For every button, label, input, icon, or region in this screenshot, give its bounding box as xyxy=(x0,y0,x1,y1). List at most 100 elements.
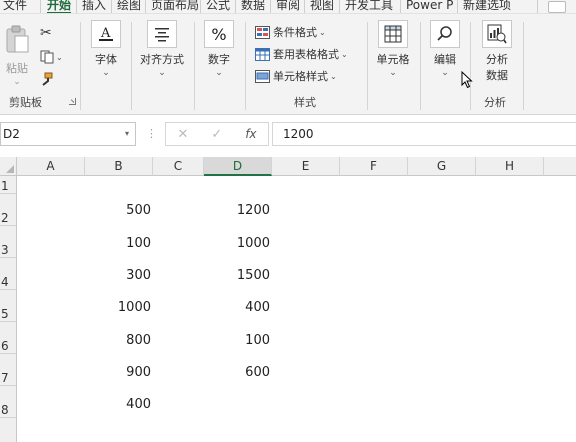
copy-button[interactable]: ⌄ xyxy=(40,48,63,66)
tab-draw[interactable]: 绘图 xyxy=(117,0,141,13)
tab-divider xyxy=(76,0,77,13)
column-header-f[interactable]: F xyxy=(340,157,408,176)
cell-b5[interactable]: 1000 xyxy=(85,300,153,315)
tab-divider xyxy=(40,0,41,13)
clipboard-icon xyxy=(6,25,29,53)
conditional-formatting-label: 条件格式 xyxy=(273,26,317,39)
paste-button[interactable]: 粘贴 ⌄ xyxy=(3,24,31,87)
confirm-icon[interactable]: ✓ xyxy=(211,127,222,142)
chevron-down-icon: ⌄ xyxy=(215,68,223,78)
row-header-overflow[interactable] xyxy=(0,418,17,442)
cell-d7[interactable]: 600 xyxy=(204,365,272,380)
cell-b4[interactable]: 300 xyxy=(85,268,153,283)
cell-styles-button[interactable]: 单元格样式 ⌄ xyxy=(255,67,337,85)
tab-divider xyxy=(304,0,305,13)
column-header-h[interactable]: H xyxy=(476,157,544,176)
editing-label: 编辑 xyxy=(434,53,456,66)
alignment-label: 对齐方式 xyxy=(140,53,184,66)
tab-file[interactable]: 文件 xyxy=(3,0,27,13)
column-header-a[interactable]: A xyxy=(17,157,85,176)
row-header-5[interactable]: 5 xyxy=(0,290,17,322)
align-center-icon xyxy=(147,20,177,48)
format-as-table-label: 套用表格格式 xyxy=(273,48,339,61)
cell-d6[interactable]: 100 xyxy=(204,333,272,348)
ribbon-tab-bar: 文件 开始 插入 绘图 页面布局 公式 数据 审阅 视图 开发工具 Power … xyxy=(0,0,576,14)
format-as-table-button[interactable]: 套用表格格式 ⌄ xyxy=(255,45,348,63)
tab-formulas[interactable]: 公式 xyxy=(206,0,230,13)
font-button[interactable]: A 字体 ⌄ xyxy=(88,20,124,78)
tab-data[interactable]: 数据 xyxy=(241,0,265,13)
row-header-6[interactable]: 6 xyxy=(0,322,17,354)
conditional-format-icon xyxy=(255,25,270,39)
cancel-icon[interactable]: ✕ xyxy=(177,127,188,142)
column-header-overflow[interactable] xyxy=(544,157,576,176)
analyze-data-button[interactable]: 分析 数据 xyxy=(478,20,516,83)
insert-function-icon[interactable]: fx xyxy=(245,127,256,141)
column-header-g[interactable]: G xyxy=(408,157,476,176)
tab-divider xyxy=(457,0,458,13)
cells-icon xyxy=(378,20,408,48)
cell-b3[interactable]: 100 xyxy=(85,236,153,251)
styles-group-label: 样式 xyxy=(294,96,316,109)
tab-power-pivot[interactable]: Power P xyxy=(406,0,453,13)
number-button[interactable]: % 数字 ⌄ xyxy=(201,20,237,78)
chevron-down-icon: ⌄ xyxy=(441,68,449,78)
tab-divider xyxy=(145,0,146,13)
analyze-data-label-line2: 数据 xyxy=(486,69,508,82)
column-header-e[interactable]: E xyxy=(272,157,340,176)
column-header-c[interactable]: C xyxy=(153,157,204,176)
column-header-d[interactable]: D xyxy=(204,157,272,176)
row-header-4[interactable]: 4 xyxy=(0,258,17,290)
analyze-data-icon xyxy=(482,20,512,48)
tab-page-layout[interactable]: 页面布局 xyxy=(151,0,199,13)
tab-developer[interactable]: 开发工具 xyxy=(345,0,393,13)
cell-b2[interactable]: 500 xyxy=(85,203,153,218)
chevron-down-icon: ⌄ xyxy=(341,49,348,59)
formula-bar: D2 ▾ ⋮ ✕ ✓ fx 1200 xyxy=(0,115,576,157)
paste-label: 粘贴 xyxy=(6,62,28,75)
tab-home[interactable]: 开始 xyxy=(47,0,72,13)
search-icon xyxy=(430,20,460,48)
chevron-down-icon: ⌄ xyxy=(13,77,21,87)
copy-icon xyxy=(40,50,54,64)
group-divider xyxy=(194,22,195,110)
group-divider xyxy=(470,22,471,110)
tab-review[interactable]: 审阅 xyxy=(276,0,300,13)
share-button[interactable] xyxy=(548,1,566,13)
conditional-formatting-button[interactable]: 条件格式 ⌄ xyxy=(255,23,326,41)
format-painter-button[interactable] xyxy=(40,70,54,88)
cell-d5[interactable]: 400 xyxy=(204,300,272,315)
cell-d4[interactable]: 1500 xyxy=(204,268,272,283)
name-box[interactable]: D2 ▾ xyxy=(0,122,136,146)
ribbon-home: 粘贴 ⌄ ✂ ⌄ 剪贴板 A 字体 ⌄ 对齐方式 ⌄ % 数字 ⌄ 条件格式 ⌄… xyxy=(0,14,576,115)
dialog-launcher-icon[interactable] xyxy=(69,98,76,105)
tab-divider xyxy=(111,0,112,13)
cell-b7[interactable]: 900 xyxy=(85,365,153,380)
row-header-3[interactable]: 3 xyxy=(0,226,17,258)
worksheet-grid: A B C D E F G H 1 2 3 4 5 6 7 8 500 100 … xyxy=(0,157,576,442)
editing-button[interactable]: 编辑 ⌄ xyxy=(428,20,462,78)
tab-new-options[interactable]: 新建选项 xyxy=(463,0,511,13)
row-header-2[interactable]: 2 xyxy=(0,194,17,226)
clipboard-group-label: 剪贴板 xyxy=(9,96,42,109)
row-header-7[interactable]: 7 xyxy=(0,354,17,386)
cells-button[interactable]: 单元格 ⌄ xyxy=(373,20,413,78)
chevron-down-icon[interactable]: ▾ xyxy=(125,123,129,145)
cell-b8[interactable]: 400 xyxy=(85,397,153,412)
column-header-b[interactable]: B xyxy=(85,157,153,176)
tab-insert[interactable]: 插入 xyxy=(82,0,106,13)
row-header-1[interactable]: 1 xyxy=(0,176,17,194)
formula-input[interactable]: 1200 xyxy=(272,122,576,146)
cut-button[interactable]: ✂ xyxy=(40,24,52,42)
more-options-icon[interactable]: ⋮ xyxy=(146,127,157,140)
cell-d2[interactable]: 1200 xyxy=(204,203,272,218)
cell-b6[interactable]: 800 xyxy=(85,333,153,348)
scissors-icon: ✂ xyxy=(40,25,52,41)
tab-view[interactable]: 视图 xyxy=(310,0,334,13)
row-header-8[interactable]: 8 xyxy=(0,386,17,418)
select-all-button[interactable] xyxy=(0,157,17,176)
alignment-button[interactable]: 对齐方式 ⌄ xyxy=(137,20,187,78)
cell-styles-icon xyxy=(255,69,270,83)
group-divider xyxy=(420,22,421,110)
cell-d3[interactable]: 1000 xyxy=(204,236,272,251)
